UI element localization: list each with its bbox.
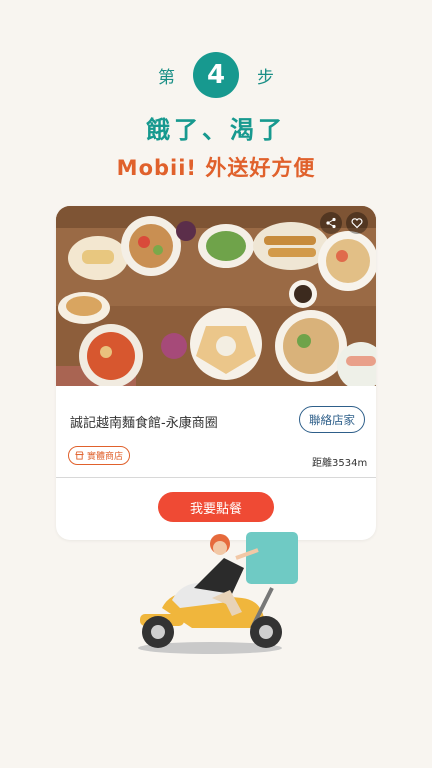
card-divider (56, 477, 376, 478)
dish-spring-rolls (68, 236, 128, 280)
store-card[interactable]: 誠記越南麵食館-永康商圈 聯絡店家 實體商店 距離3534m 我要點餐 (56, 206, 376, 540)
dish-baguette (58, 292, 110, 324)
dish-shrimp-chips (190, 308, 262, 380)
step-prefix: 第 (158, 67, 175, 88)
dish-green-salad (198, 224, 254, 268)
heart-icon (351, 218, 363, 229)
headline: 餓了、渴了 (146, 116, 286, 144)
dish-pho-bowl (318, 231, 376, 291)
distance-label: 距離3534m (312, 458, 368, 469)
subheadline: Mobii! 外送好方便 (116, 156, 316, 180)
step-number-badge: 4 (193, 52, 239, 98)
badge-label: 實體商店 (87, 452, 124, 462)
dish-fried-rolls (253, 222, 329, 270)
delivery-box (246, 532, 298, 584)
physical-store-badge: 實體商店 (68, 446, 131, 465)
order-button[interactable]: 我要點餐 (158, 492, 274, 522)
dish-curry (79, 324, 143, 386)
contact-store-button[interactable]: 聯絡店家 (299, 406, 365, 433)
store-icon (75, 451, 84, 460)
store-name: 誠記越南麵食館-永康商圈 (70, 416, 218, 431)
dish-noodle-soup (275, 310, 347, 382)
dish-noodle-salad (121, 216, 181, 276)
favorite-button[interactable] (346, 212, 368, 234)
step-indicator: 第 4 步 (0, 50, 432, 100)
share-icon (326, 217, 336, 229)
share-button[interactable] (320, 212, 342, 234)
delivery-rider-illustration (138, 532, 298, 654)
step-suffix: 步 (257, 67, 274, 88)
